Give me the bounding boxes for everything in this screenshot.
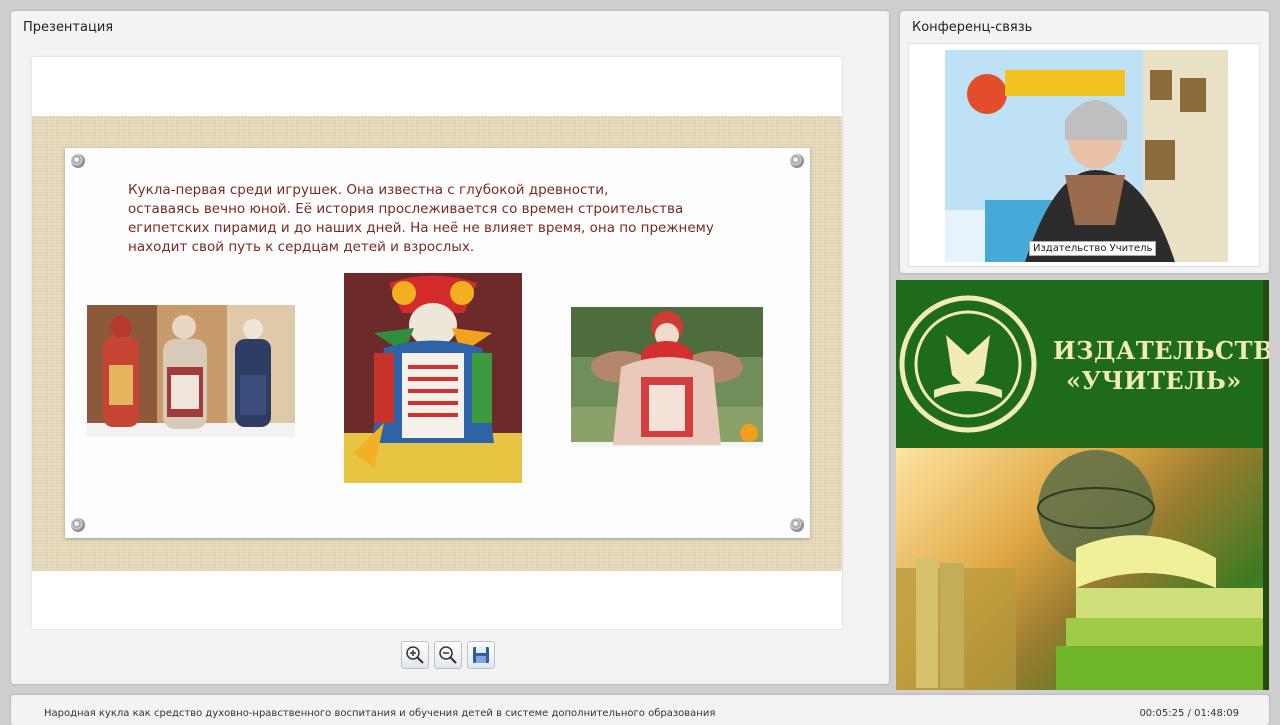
zoom-in-icon — [406, 646, 424, 664]
zoom-in-button[interactable] — [401, 641, 429, 669]
publisher-banner-top: ИЗДАТЕЛЬСТВО «УЧИТЕЛЬ» — [896, 280, 1269, 448]
publisher-name-line2: «УЧИТЕЛЬ» — [1066, 366, 1242, 395]
dolls-photo-3 — [571, 307, 763, 447]
pin-icon — [71, 518, 85, 532]
footer-bar: Народная кукла как средство духовно-нрав… — [11, 695, 1269, 725]
save-button[interactable] — [467, 641, 495, 669]
dolls-photo-1 — [87, 305, 295, 437]
pin-icon — [790, 518, 804, 532]
pin-icon — [71, 154, 85, 168]
books-globe-image — [896, 448, 1263, 690]
slide-text: Кукла-первая среди игрушек. Она известна… — [128, 182, 714, 255]
webinar-title: Народная кукла как средство духовно-нрав… — [44, 708, 716, 719]
publisher-banner: ИЗДАТЕЛЬСТВО «УЧИТЕЛЬ» — [896, 280, 1269, 690]
dolls-photo-2 — [344, 273, 522, 483]
slide-background: Кукла-первая среди игрушек. Она известна… — [32, 116, 842, 571]
pin-icon — [790, 154, 804, 168]
slide-card: Кукла-первая среди игрушек. Она известна… — [65, 148, 810, 538]
speaker-video: Издательство Учитель — [945, 50, 1228, 262]
presentation-panel: Презентация Кукла-первая среди игрушек. … — [11, 11, 889, 684]
video-frame[interactable]: Издательство Учитель — [908, 43, 1260, 267]
save-icon — [473, 647, 489, 663]
conference-panel-title: Конференц-связь — [912, 20, 1033, 35]
publisher-name-line1: ИЗДАТЕЛЬСТВО — [1053, 336, 1269, 365]
publisher-logo-icon — [899, 295, 1037, 433]
conference-panel: Конференц-связь Издательство Учитель — [900, 11, 1269, 273]
playback-time: 00:05:25 / 01:48:09 — [1139, 708, 1239, 719]
presentation-panel-title: Презентация — [23, 20, 114, 35]
slide: Кукла-первая среди игрушек. Она известна… — [32, 57, 842, 629]
zoom-out-icon — [439, 646, 457, 664]
video-caption: Издательство Учитель — [1029, 241, 1157, 256]
zoom-out-button[interactable] — [434, 641, 462, 669]
